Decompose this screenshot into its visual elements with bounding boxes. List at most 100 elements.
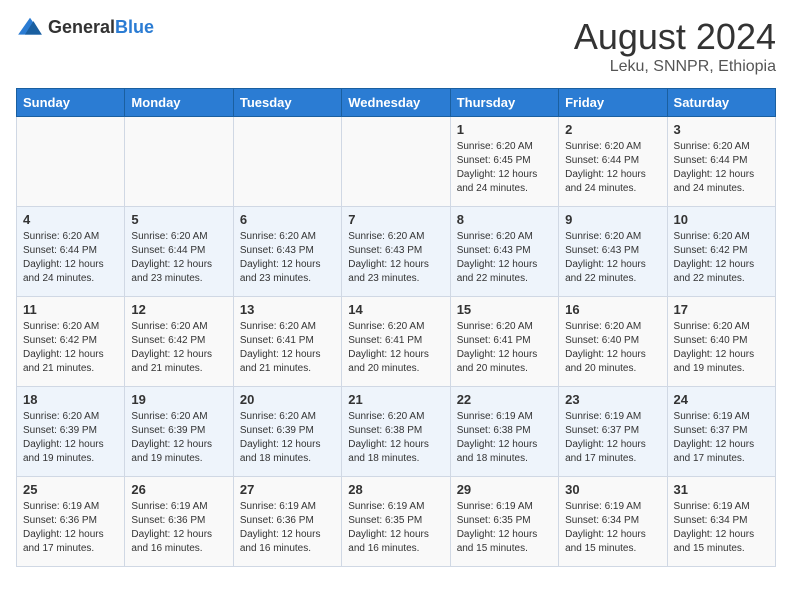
day-number: 15 bbox=[457, 302, 552, 317]
day-cell: 22 Sunrise: 6:19 AMSunset: 6:38 PMDayligh… bbox=[450, 387, 558, 477]
day-cell: 12 Sunrise: 6:20 AMSunset: 6:42 PMDayligh… bbox=[125, 297, 233, 387]
day-number: 16 bbox=[565, 302, 660, 317]
day-cell: 19 Sunrise: 6:20 AMSunset: 6:39 PMDayligh… bbox=[125, 387, 233, 477]
day-cell: 24Sunrise: 6:19 AMSunset: 6:37 PMDayligh… bbox=[667, 387, 775, 477]
day-number: 21 bbox=[348, 392, 443, 407]
calendar-header: Sunday Monday Tuesday Wednesday Thursday… bbox=[17, 89, 776, 117]
day-info: Sunrise: 6:20 AMSunset: 6:41 PMDaylight:… bbox=[348, 320, 443, 376]
day-number: 9 bbox=[565, 212, 660, 227]
day-info: Sunrise: 6:20 AMSunset: 6:43 PMDaylight:… bbox=[240, 230, 335, 286]
day-number: 7 bbox=[348, 212, 443, 227]
col-tuesday: Tuesday bbox=[233, 89, 341, 117]
day-cell bbox=[233, 117, 341, 207]
col-thursday: Thursday bbox=[450, 89, 558, 117]
day-info: Sunrise: 6:19 AMSunset: 6:36 PMDaylight:… bbox=[240, 500, 335, 556]
day-number: 25 bbox=[23, 482, 118, 497]
page-header: GeneralBlue August 2024 Leku, SNNPR, Eth… bbox=[16, 16, 776, 76]
day-cell: 30Sunrise: 6:19 AMSunset: 6:34 PMDayligh… bbox=[559, 477, 667, 567]
day-info: Sunrise: 6:20 AMSunset: 6:44 PMDaylight:… bbox=[565, 140, 660, 196]
day-cell: 20 Sunrise: 6:20 AMSunset: 6:39 PMDayligh… bbox=[233, 387, 341, 477]
day-info: Sunrise: 6:19 AMSunset: 6:37 PMDaylight:… bbox=[565, 410, 660, 466]
day-info: Sunrise: 6:20 AMSunset: 6:39 PMDaylight:… bbox=[23, 410, 118, 466]
day-info: Sunrise: 6:20 AMSunset: 6:39 PMDaylight:… bbox=[240, 410, 335, 466]
day-info: Sunrise: 6:20 AMSunset: 6:40 PMDaylight:… bbox=[674, 320, 769, 376]
day-number: 27 bbox=[240, 482, 335, 497]
day-number: 24 bbox=[674, 392, 769, 407]
day-number: 6 bbox=[240, 212, 335, 227]
day-cell: 13Sunrise: 6:20 AMSunset: 6:41 PMDayligh… bbox=[233, 297, 341, 387]
day-cell: 14 Sunrise: 6:20 AMSunset: 6:41 PMDayligh… bbox=[342, 297, 450, 387]
day-cell: 29Sunrise: 6:19 AMSunset: 6:35 PMDayligh… bbox=[450, 477, 558, 567]
day-info: Sunrise: 6:20 AMSunset: 6:42 PMDaylight:… bbox=[131, 320, 226, 376]
col-wednesday: Wednesday bbox=[342, 89, 450, 117]
day-number: 23 bbox=[565, 392, 660, 407]
day-info: Sunrise: 6:20 AMSunset: 6:41 PMDaylight:… bbox=[240, 320, 335, 376]
day-cell: 4Sunrise: 6:20 AMSunset: 6:44 PMDaylight… bbox=[17, 207, 125, 297]
day-cell: 10 Sunrise: 6:20 AMSunset: 6:42 PMDayligh… bbox=[667, 207, 775, 297]
day-number: 11 bbox=[23, 302, 118, 317]
day-info: Sunrise: 6:20 AMSunset: 6:38 PMDaylight:… bbox=[348, 410, 443, 466]
day-info: Sunrise: 6:19 AMSunset: 6:35 PMDaylight:… bbox=[348, 500, 443, 556]
day-cell: 18 Sunrise: 6:20 AMSunset: 6:39 PMDayligh… bbox=[17, 387, 125, 477]
day-info: Sunrise: 6:20 AMSunset: 6:43 PMDaylight:… bbox=[348, 230, 443, 286]
location: Leku, SNNPR, Ethiopia bbox=[574, 58, 776, 76]
day-number: 1 bbox=[457, 122, 552, 137]
day-cell: 1Sunrise: 6:20 AMSunset: 6:45 PMDaylight… bbox=[450, 117, 558, 207]
day-number: 2 bbox=[565, 122, 660, 137]
day-cell: 9 Sunrise: 6:20 AMSunset: 6:43 PMDaylight… bbox=[559, 207, 667, 297]
day-cell: 16 Sunrise: 6:20 AMSunset: 6:40 PMDayligh… bbox=[559, 297, 667, 387]
week-row-3: 11 Sunrise: 6:20 AMSunset: 6:42 PMDayligh… bbox=[17, 297, 776, 387]
day-number: 19 bbox=[131, 392, 226, 407]
month-title: August 2024 bbox=[574, 16, 776, 58]
logo-blue: Blue bbox=[115, 17, 154, 37]
col-friday: Friday bbox=[559, 89, 667, 117]
day-cell: 21 Sunrise: 6:20 AMSunset: 6:38 PMDayligh… bbox=[342, 387, 450, 477]
day-cell: 2 Sunrise: 6:20 AMSunset: 6:44 PMDaylight… bbox=[559, 117, 667, 207]
day-info: Sunrise: 6:19 AMSunset: 6:38 PMDaylight:… bbox=[457, 410, 552, 466]
week-row-4: 18 Sunrise: 6:20 AMSunset: 6:39 PMDayligh… bbox=[17, 387, 776, 477]
day-number: 10 bbox=[674, 212, 769, 227]
logo-general: General bbox=[48, 17, 115, 37]
day-cell: 27 Sunrise: 6:19 AMSunset: 6:36 PMDayligh… bbox=[233, 477, 341, 567]
day-number: 12 bbox=[131, 302, 226, 317]
day-info: Sunrise: 6:20 AMSunset: 6:43 PMDaylight:… bbox=[457, 230, 552, 286]
day-cell: 15 Sunrise: 6:20 AMSunset: 6:41 PMDayligh… bbox=[450, 297, 558, 387]
day-number: 22 bbox=[457, 392, 552, 407]
day-cell bbox=[17, 117, 125, 207]
day-cell: 25 Sunrise: 6:19 AMSunset: 6:36 PMDayligh… bbox=[17, 477, 125, 567]
day-cell: 3Sunrise: 6:20 AMSunset: 6:44 PMDaylight… bbox=[667, 117, 775, 207]
logo-text: GeneralBlue bbox=[48, 17, 154, 38]
day-info: Sunrise: 6:20 AMSunset: 6:42 PMDaylight:… bbox=[674, 230, 769, 286]
day-number: 18 bbox=[23, 392, 118, 407]
day-info: Sunrise: 6:20 AMSunset: 6:39 PMDaylight:… bbox=[131, 410, 226, 466]
day-info: Sunrise: 6:19 AMSunset: 6:34 PMDaylight:… bbox=[565, 500, 660, 556]
week-row-1: 1Sunrise: 6:20 AMSunset: 6:45 PMDaylight… bbox=[17, 117, 776, 207]
day-info: Sunrise: 6:19 AMSunset: 6:34 PMDaylight:… bbox=[674, 500, 769, 556]
day-cell: 28 Sunrise: 6:19 AMSunset: 6:35 PMDayligh… bbox=[342, 477, 450, 567]
day-cell: 26 Sunrise: 6:19 AMSunset: 6:36 PMDayligh… bbox=[125, 477, 233, 567]
day-cell bbox=[342, 117, 450, 207]
day-cell: 5Sunrise: 6:20 AMSunset: 6:44 PMDaylight… bbox=[125, 207, 233, 297]
day-info: Sunrise: 6:20 AMSunset: 6:40 PMDaylight:… bbox=[565, 320, 660, 376]
day-cell: 23 Sunrise: 6:19 AMSunset: 6:37 PMDayligh… bbox=[559, 387, 667, 477]
day-info: Sunrise: 6:20 AMSunset: 6:43 PMDaylight:… bbox=[565, 230, 660, 286]
day-number: 31 bbox=[674, 482, 769, 497]
day-number: 4 bbox=[23, 212, 118, 227]
col-monday: Monday bbox=[125, 89, 233, 117]
day-info: Sunrise: 6:19 AMSunset: 6:36 PMDaylight:… bbox=[131, 500, 226, 556]
day-number: 28 bbox=[348, 482, 443, 497]
day-cell: 31 Sunrise: 6:19 AMSunset: 6:34 PMDayligh… bbox=[667, 477, 775, 567]
day-cell: 11Sunrise: 6:20 AMSunset: 6:42 PMDayligh… bbox=[17, 297, 125, 387]
day-number: 20 bbox=[240, 392, 335, 407]
col-saturday: Saturday bbox=[667, 89, 775, 117]
day-number: 14 bbox=[348, 302, 443, 317]
day-number: 26 bbox=[131, 482, 226, 497]
day-cell: 6 Sunrise: 6:20 AMSunset: 6:43 PMDaylight… bbox=[233, 207, 341, 297]
day-number: 29 bbox=[457, 482, 552, 497]
day-cell: 7 Sunrise: 6:20 AMSunset: 6:43 PMDaylight… bbox=[342, 207, 450, 297]
day-info: Sunrise: 6:20 AMSunset: 6:41 PMDaylight:… bbox=[457, 320, 552, 376]
day-number: 17 bbox=[674, 302, 769, 317]
title-area: August 2024 Leku, SNNPR, Ethiopia bbox=[574, 16, 776, 76]
day-info: Sunrise: 6:19 AMSunset: 6:36 PMDaylight:… bbox=[23, 500, 118, 556]
week-row-2: 4Sunrise: 6:20 AMSunset: 6:44 PMDaylight… bbox=[17, 207, 776, 297]
